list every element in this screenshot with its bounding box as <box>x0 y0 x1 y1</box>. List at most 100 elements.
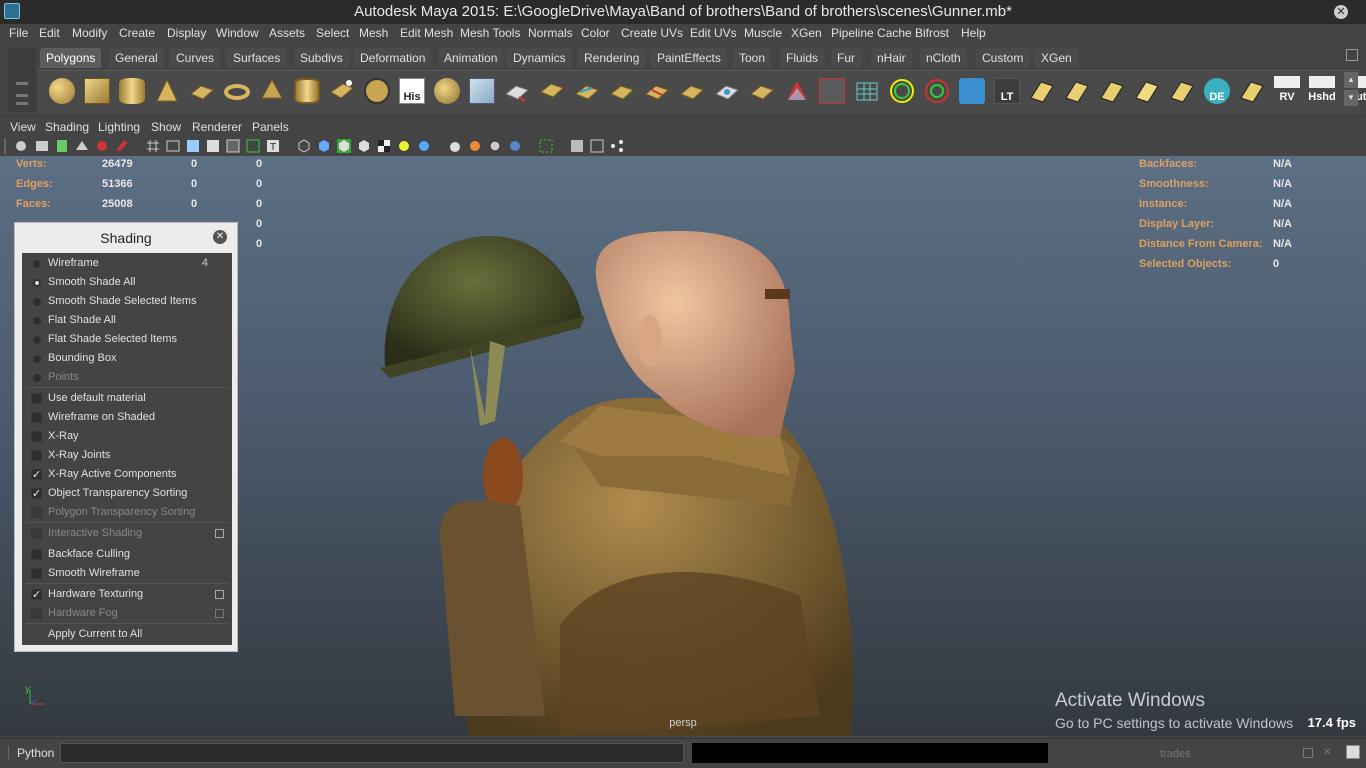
grid-icon[interactable] <box>145 138 161 154</box>
option-xray-joints[interactable]: X-Ray Joints <box>22 446 232 465</box>
shelf-tab-nhair[interactable]: nHair <box>871 48 912 68</box>
isolate-select-icon[interactable] <box>538 138 554 154</box>
menu-create[interactable]: Create <box>119 26 155 40</box>
poly-cube-icon[interactable] <box>81 75 111 107</box>
menu-muscle[interactable]: Muscle <box>744 26 782 40</box>
panel-menu-lighting[interactable]: Lighting <box>98 120 140 134</box>
shelf-tab-rendering[interactable]: Rendering <box>578 48 646 68</box>
screen-space-ambient-occlusion-icon[interactable] <box>447 138 463 154</box>
menu-edit-mesh[interactable]: Edit Mesh <box>400 26 453 40</box>
shelf-scroll[interactable]: ▲ ▼ <box>1344 72 1358 106</box>
scroll-down-icon[interactable]: ▼ <box>1344 90 1358 106</box>
poly-plane-icon[interactable] <box>186 75 216 107</box>
option-smooth-shade-selected[interactable]: Smooth Shade Selected Items <box>22 292 232 311</box>
panel-menu-panels[interactable]: Panels <box>252 120 289 134</box>
uv-editor-icon[interactable] <box>1026 75 1056 107</box>
panel-menu-view[interactable]: View <box>10 120 36 134</box>
close-icon[interactable]: ✕ <box>1334 5 1348 19</box>
de-tool-icon[interactable]: DE <box>1201 75 1231 107</box>
shelf-tab-subdivs[interactable]: Subdivs <box>294 48 349 68</box>
single-perspective-view-icon[interactable] <box>569 138 585 154</box>
menu-assets[interactable]: Assets <box>269 26 305 40</box>
trash-icon[interactable] <box>1346 49 1358 61</box>
sculpt-icon[interactable] <box>781 75 811 107</box>
shelf-tab-toon[interactable]: Toon <box>733 48 772 68</box>
script-language-toggle[interactable]: Python <box>8 746 54 760</box>
offset-edge-loop-icon[interactable] <box>676 75 706 107</box>
shading-panel-header[interactable]: Shading ✕ <box>15 223 237 253</box>
menu-window[interactable]: Window <box>216 26 259 40</box>
merge-to-center-icon[interactable] <box>746 75 776 107</box>
shelf-tab-painteffects[interactable]: PaintEffects <box>651 48 727 68</box>
panel-menu-renderer[interactable]: Renderer <box>192 120 242 134</box>
film-gate-icon[interactable] <box>165 138 181 154</box>
menu-create-uvs[interactable]: Create UVs <box>621 26 683 40</box>
panel-menu-show[interactable]: Show <box>151 120 181 134</box>
lattice-icon[interactable] <box>851 75 881 107</box>
split-polygon-icon[interactable] <box>606 75 636 107</box>
shelf-tab-xgen[interactable]: XGen <box>1035 48 1078 68</box>
poly-torus-icon[interactable] <box>221 75 251 107</box>
scroll-up-icon[interactable]: ▲ <box>1344 72 1358 88</box>
shelf-tab-animation[interactable]: Animation <box>438 48 504 68</box>
insert-edge-loop-icon[interactable] <box>641 75 671 107</box>
option-smooth-wireframe[interactable]: Smooth Wireframe <box>22 564 232 583</box>
menu-select[interactable]: Select <box>316 26 349 40</box>
option-backface-culling[interactable]: Backface Culling <box>22 545 232 564</box>
select-camera-icon[interactable] <box>13 138 29 154</box>
safe-action-icon[interactable] <box>245 138 261 154</box>
append-polygon-icon[interactable] <box>571 75 601 107</box>
multisample-anti-aliasing-icon[interactable] <box>487 138 503 154</box>
rotate-manipulator-icon[interactable] <box>886 75 916 107</box>
command-input[interactable] <box>60 743 684 763</box>
image-plane-icon[interactable] <box>74 138 90 154</box>
menu-help[interactable]: Help <box>961 26 986 40</box>
share-icon[interactable] <box>609 138 625 154</box>
close-icon[interactable]: ✕ <box>213 230 227 244</box>
option-box-icon[interactable] <box>215 529 224 538</box>
field-chart-icon[interactable] <box>225 138 241 154</box>
option-object-transparency-sorting[interactable]: ✓ Object Transparency Sorting <box>22 484 232 503</box>
use-all-lights-icon[interactable] <box>376 138 392 154</box>
bridge-icon[interactable] <box>536 75 566 107</box>
merge-vertices-icon[interactable] <box>711 75 741 107</box>
poly-cone-icon[interactable] <box>151 75 181 107</box>
uv-planar-map-icon[interactable] <box>1061 75 1091 107</box>
option-apply-current-to-all[interactable]: Apply Current to All <box>22 625 232 644</box>
shelf-tab-surfaces[interactable]: Surfaces <box>227 48 287 68</box>
menu-pipeline-cache[interactable]: Pipeline Cache <box>831 26 912 40</box>
render-view-icon[interactable]: RV <box>1271 75 1301 107</box>
poly-cylinder-icon[interactable] <box>116 75 146 107</box>
motion-blur-icon[interactable] <box>467 138 483 154</box>
shelf-tab-dynamics[interactable]: Dynamics <box>507 48 572 68</box>
poly-soccer-ball-icon[interactable] <box>431 75 461 107</box>
option-default-material[interactable]: Use default material <box>22 389 232 408</box>
option-flat-shade-selected[interactable]: Flat Shade Selected Items <box>22 330 232 349</box>
menu-file[interactable]: File <box>9 26 28 40</box>
combine-icon[interactable] <box>326 75 356 107</box>
paint-tool-icon[interactable] <box>816 75 846 107</box>
history-icon[interactable]: His <box>396 75 426 107</box>
wireframe-on-shaded-icon[interactable] <box>336 138 352 154</box>
option-box-icon[interactable] <box>215 590 224 599</box>
close-icon[interactable]: ✕ <box>1323 748 1333 758</box>
option-hardware-texturing[interactable]: ✓ Hardware Texturing <box>22 585 232 604</box>
safe-title-icon[interactable]: T <box>265 138 281 154</box>
smooth-icon[interactable] <box>361 75 391 107</box>
menu-xgen[interactable]: XGen <box>791 26 822 40</box>
uv-layout-icon[interactable] <box>1236 75 1266 107</box>
menu-modify[interactable]: Modify <box>72 26 107 40</box>
2d-pan-zoom-icon[interactable] <box>94 138 110 154</box>
shelf-tab-ncloth[interactable]: nCloth <box>920 48 967 68</box>
option-smooth-shade-all[interactable]: Smooth Shade All <box>22 273 232 292</box>
menu-edit-uvs[interactable]: Edit UVs <box>690 26 737 40</box>
shelf-tab-polygons[interactable]: Polygons <box>40 48 102 68</box>
hypershade-icon[interactable]: Hshd <box>1306 75 1336 107</box>
wireframe-mode-icon[interactable] <box>296 138 312 154</box>
shadows-icon[interactable] <box>396 138 412 154</box>
poly-prism-icon[interactable] <box>466 75 496 107</box>
poly-pipe-icon[interactable] <box>291 75 321 107</box>
uv-automatic-map-icon[interactable] <box>1166 75 1196 107</box>
menu-normals[interactable]: Normals <box>528 26 573 40</box>
four-view-icon[interactable] <box>589 138 605 154</box>
